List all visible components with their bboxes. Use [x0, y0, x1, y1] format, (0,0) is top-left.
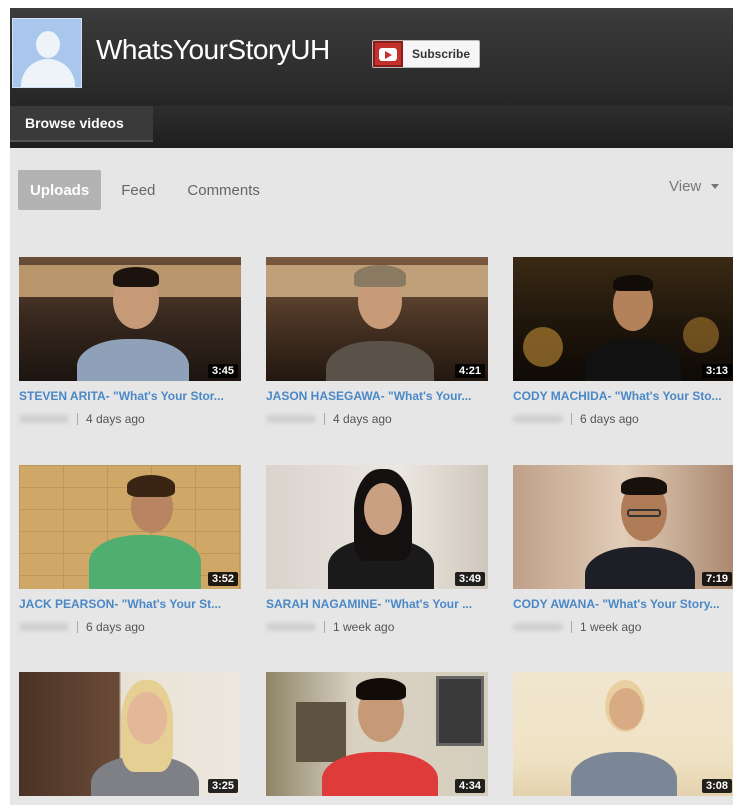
views-count-blurred	[513, 415, 563, 423]
video-duration: 3:45	[207, 364, 238, 378]
video-duration: 3:25	[207, 779, 238, 793]
video-age: 6 days ago	[580, 412, 639, 426]
video-meta: 6 days ago	[513, 412, 733, 426]
video-thumbnail[interactable]: 3:49	[266, 465, 488, 589]
tab-feed[interactable]: Feed	[109, 170, 167, 210]
avatar-head-icon	[36, 31, 60, 58]
video-meta: 6 days ago	[19, 620, 241, 634]
view-menu-label: View	[669, 178, 702, 195]
video-card[interactable]: 3:52 JACK PEARSON- "What's Your St... 6 …	[19, 465, 241, 634]
video-thumbnail[interactable]: 3:45	[19, 257, 241, 381]
meta-separator	[571, 413, 572, 425]
channel-title[interactable]: WhatsYourStoryUH	[96, 34, 330, 66]
video-title[interactable]: STEVEN ARITA- "What's Your Stor...	[19, 389, 241, 403]
video-thumbnail[interactable]: 3:08	[513, 672, 733, 796]
video-thumbnail[interactable]: 3:13	[513, 257, 733, 381]
video-card[interactable]: 3:13 CODY MACHIDA- "What's Your Sto... 6…	[513, 257, 733, 426]
tab-uploads[interactable]: Uploads	[18, 170, 102, 210]
tab-comments[interactable]: Comments	[175, 170, 272, 210]
subscribe-label: Subscribe	[412, 47, 471, 61]
meta-separator	[77, 621, 78, 633]
video-title[interactable]: JACK PEARSON- "What's Your St...	[19, 597, 241, 611]
video-duration: 3:49	[454, 572, 485, 586]
subscribe-button[interactable]: Subscribe	[372, 40, 481, 68]
video-meta: 1 week ago	[266, 620, 488, 634]
caret-down-icon	[711, 184, 720, 189]
browse-videos-tab[interactable]: Browse videos	[10, 106, 153, 142]
channel-page: WhatsYourStoryUH Subscribe Browse videos…	[10, 8, 733, 805]
video-age: 1 week ago	[333, 620, 395, 634]
video-card[interactable]: 4:34	[266, 672, 488, 804]
avatar-body-icon	[21, 59, 75, 87]
video-card[interactable]: 3:45 STEVEN ARITA- "What's Your Stor... …	[19, 257, 241, 426]
video-meta: 1 week ago	[513, 620, 733, 634]
video-card[interactable]: 7:19 CODY AWANA- "What's Your Story... 1…	[513, 465, 733, 634]
video-age: 4 days ago	[86, 412, 145, 426]
video-thumbnail[interactable]: 4:21	[266, 257, 488, 381]
views-count-blurred	[266, 623, 316, 631]
video-thumbnail[interactable]: 3:52	[19, 465, 241, 589]
video-duration: 4:21	[454, 364, 485, 378]
video-duration: 4:34	[454, 779, 485, 793]
views-count-blurred	[19, 415, 69, 423]
video-card[interactable]: 4:21 JASON HASEGAWA- "What's Your... 4 d…	[266, 257, 488, 426]
video-title[interactable]: CODY MACHIDA- "What's Your Sto...	[513, 389, 733, 403]
video-title[interactable]: JASON HASEGAWA- "What's Your...	[266, 389, 488, 403]
video-card[interactable]: 3:08	[513, 672, 733, 804]
meta-separator	[77, 413, 78, 425]
video-meta: 4 days ago	[266, 412, 488, 426]
meta-separator	[571, 621, 572, 633]
video-title[interactable]: CODY AWANA- "What's Your Story...	[513, 597, 733, 611]
youtube-logo-icon	[373, 41, 403, 67]
meta-separator	[324, 621, 325, 633]
video-title[interactable]: SARAH NAGAMINE- "What's Your ...	[266, 597, 488, 611]
views-count-blurred	[513, 623, 563, 631]
channel-nav-bar: Browse videos	[10, 106, 733, 148]
video-meta: 4 days ago	[19, 412, 241, 426]
video-thumbnail[interactable]: 4:34	[266, 672, 488, 796]
feed-tabs: Uploads Feed Comments	[18, 170, 280, 210]
video-age: 4 days ago	[333, 412, 392, 426]
video-duration: 3:52	[207, 572, 238, 586]
video-thumbnail[interactable]: 7:19	[513, 465, 733, 589]
meta-separator	[324, 413, 325, 425]
video-duration: 3:13	[701, 364, 732, 378]
play-icon	[379, 47, 397, 61]
video-age: 1 week ago	[580, 620, 642, 634]
views-count-blurred	[266, 415, 316, 423]
channel-avatar[interactable]	[12, 18, 82, 88]
video-thumbnail[interactable]: 3:25	[19, 672, 241, 796]
view-menu[interactable]: View	[669, 178, 720, 195]
channel-header: WhatsYourStoryUH Subscribe	[10, 8, 733, 106]
video-card[interactable]: 3:25	[19, 672, 241, 804]
video-duration: 3:08	[701, 779, 732, 793]
video-age: 6 days ago	[86, 620, 145, 634]
views-count-blurred	[19, 623, 69, 631]
video-card[interactable]: 3:49 SARAH NAGAMINE- "What's Your ... 1 …	[266, 465, 488, 634]
video-duration: 7:19	[701, 572, 732, 586]
